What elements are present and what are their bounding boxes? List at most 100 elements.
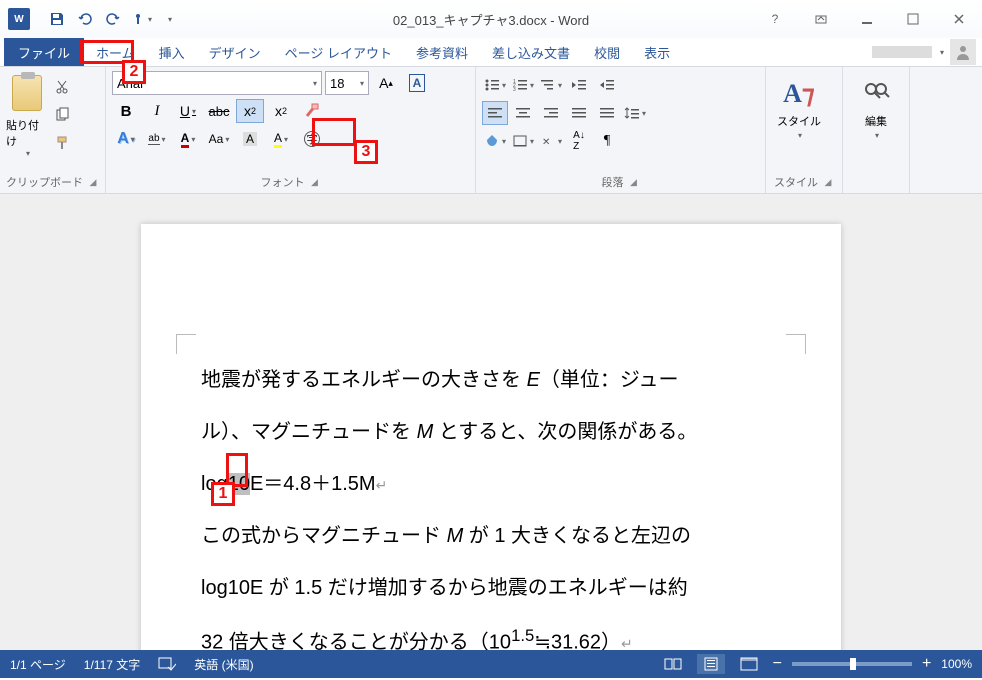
sort-button[interactable]: A↓Z [566,129,592,153]
tab-layout[interactable]: ページ レイアウト [273,38,404,66]
styles-button[interactable]: A⁊ スタイル ▾ [774,71,824,173]
tab-insert[interactable]: 挿入 [147,38,197,66]
change-case-button[interactable]: Aa▾ [205,127,233,151]
show-marks-button[interactable]: ¶ [594,129,620,153]
title-bar: W ▾ ▾ 02_013_キャプチャ3.docx - Word ? [0,0,982,38]
save-icon[interactable] [44,6,70,32]
clipboard-launcher-icon[interactable]: ◢ [87,176,99,188]
shading-button[interactable]: ▾ [482,129,508,153]
increase-indent-button[interactable] [594,73,620,97]
strikethrough-button[interactable]: abc [205,99,233,123]
group-font: Arial▾ 18▾ A▴ A B I U▾ abc x2 x2 A▾ ab▾ … [106,67,476,193]
font-name-combo[interactable]: Arial▾ [112,71,322,95]
align-right-button[interactable] [538,101,564,125]
decrease-indent-button[interactable] [566,73,592,97]
bullets-button[interactable]: ▾ [482,73,508,97]
superscript-button[interactable]: x2 [267,99,295,123]
ribbon: 貼り付け ▾ クリップボード◢ Arial▾ 18▾ A▴ A B I U▾ [0,66,982,194]
italic-button[interactable]: I [143,99,171,123]
svg-text:3: 3 [513,87,516,92]
font-color-button[interactable]: A▾ [174,127,202,151]
page: 地震が発するエネルギーの大きさを E（単位：ジュー ル）、マグニチュードを M … [141,224,841,650]
align-center-button[interactable] [510,101,536,125]
text-effects-button[interactable]: A▾ [112,127,140,151]
borders-button[interactable]: ▾ [510,129,536,153]
tab-file[interactable]: ファイル [4,38,84,66]
zoom-in-button[interactable]: + [922,655,931,673]
zoom-level[interactable]: 100% [941,657,972,671]
zoom-thumb[interactable] [850,658,856,670]
underline-button[interactable]: U▾ [174,99,202,123]
tab-design[interactable]: デザイン [197,38,273,66]
tab-references[interactable]: 参考資料 [404,38,480,66]
help-icon[interactable]: ? [752,8,798,30]
document-area[interactable]: 地震が発するエネルギーの大きさを E（単位：ジュー ル）、マグニチュードを M … [0,194,982,650]
zoom-slider[interactable] [792,662,912,666]
copy-button[interactable] [48,103,76,127]
tab-mailings[interactable]: 差し込み文書 [480,38,582,66]
asian-layout-button[interactable]: ✕▾ [538,129,564,153]
clear-formatting-button[interactable] [298,99,326,123]
close-icon[interactable] [936,8,982,30]
word-count[interactable]: 1/117 文字 [84,656,140,673]
user-name[interactable] [872,46,932,58]
group-paragraph: ▾ 123▾ ▾ ▾ ▾ ▾ ✕▾ A↓Z ¶ 段落 ◢ [476,67,766,193]
grow-font-button[interactable]: A▴ [372,71,400,95]
undo-icon[interactable] [72,6,98,32]
tab-home[interactable]: ホーム [84,38,147,66]
styles-launcher-icon[interactable]: ◢ [822,176,834,188]
styles-icon: A⁊ [782,77,816,111]
quick-access-toolbar: ▾ ▾ [44,6,182,32]
paragraph-label: 段落 [602,174,624,190]
group-clipboard: 貼り付け ▾ クリップボード◢ [0,67,106,193]
enclose-char-button[interactable]: 字 [298,127,326,151]
word-icon: W [8,8,30,30]
line-spacing-button[interactable]: ▾ [622,101,648,125]
font-label: フォント [261,174,305,190]
phonetic-guide-button[interactable]: ab▾ [143,127,171,151]
paragraph-launcher-icon[interactable]: ◢ [628,176,640,188]
bold-button[interactable]: B [112,99,140,123]
text-box-button[interactable]: A [403,71,431,95]
tab-review[interactable]: 校閲 [582,38,632,66]
paragraph-mark-icon: ↵ [621,636,633,650]
margin-corner-tl [176,334,196,354]
page-indicator[interactable]: 1/1 ページ [10,656,66,673]
find-icon [859,77,893,111]
align-left-button[interactable] [482,101,508,125]
justify-button[interactable] [566,101,592,125]
redo-icon[interactable] [100,6,126,32]
print-layout-icon[interactable] [697,654,725,674]
qat-customize-icon[interactable]: ▾ [156,6,182,32]
cut-button[interactable] [48,75,76,99]
paragraph-mark-icon: ↵ [376,477,388,493]
zoom-out-button[interactable]: − [773,655,782,673]
font-launcher-icon[interactable]: ◢ [309,176,321,188]
user-chevron-icon[interactable]: ▾ [940,48,944,57]
multilevel-button[interactable]: ▾ [538,73,564,97]
language-indicator[interactable]: 英語 (米国) [194,656,253,673]
char-shading-button[interactable]: A [236,127,264,151]
ribbon-options-icon[interactable] [798,8,844,30]
distributed-button[interactable] [594,101,620,125]
numbering-button[interactable]: 123▾ [510,73,536,97]
paste-label: 貼り付け [6,117,48,149]
editing-button[interactable]: 編集 ▾ [851,71,901,173]
maximize-icon[interactable] [890,8,936,30]
document-text[interactable]: 地震が発するエネルギーの大きさを E（単位：ジュー ル）、マグニチュードを M … [201,354,781,650]
avatar[interactable] [950,39,976,65]
read-mode-icon[interactable] [659,654,687,674]
subscript-button[interactable]: x2 [236,99,264,123]
web-layout-icon[interactable] [735,654,763,674]
tab-view[interactable]: 表示 [632,38,682,66]
highlight-button[interactable]: A▾ [267,127,295,151]
minimize-icon[interactable] [844,8,890,30]
format-painter-button[interactable] [48,131,76,155]
margin-corner-tr [786,334,806,354]
ribbon-tabs: ファイル ホーム 挿入 デザイン ページ レイアウト 参考資料 差し込み文書 校… [0,38,982,66]
font-size-combo[interactable]: 18▾ [325,71,369,95]
touch-mode-icon[interactable]: ▾ [128,6,154,32]
selection[interactable]: 10 [228,473,250,495]
paste-button[interactable]: 貼り付け ▾ [6,71,48,173]
spell-check-icon[interactable] [158,657,176,671]
